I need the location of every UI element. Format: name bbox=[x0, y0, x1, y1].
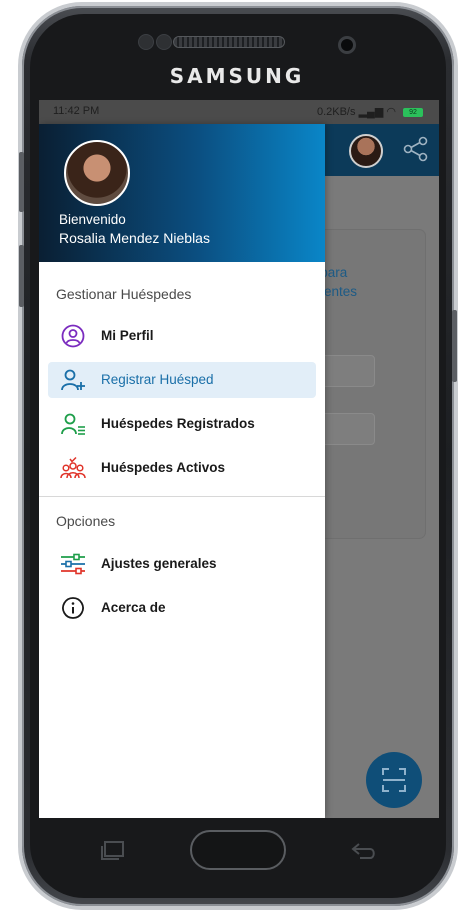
drawer-header: Bienvenido Rosalia Mendez Nieblas bbox=[39, 124, 325, 262]
menu-item-label: Registrar Huésped bbox=[101, 372, 214, 387]
user-list-icon bbox=[61, 413, 85, 435]
user-avatar[interactable] bbox=[64, 140, 130, 206]
profile-icon bbox=[61, 324, 85, 348]
share-icon[interactable] bbox=[403, 136, 429, 162]
navigation-drawer: Bienvenido Rosalia Mendez Nieblas Gestio… bbox=[39, 124, 325, 818]
recents-icon[interactable] bbox=[100, 840, 126, 860]
front-camera bbox=[338, 36, 356, 54]
scan-icon bbox=[382, 768, 406, 792]
menu-item-label: Huéspedes Registrados bbox=[101, 416, 255, 431]
menu-item-registrar-huesped[interactable]: Registrar Huésped bbox=[48, 362, 316, 398]
menu-item-label: Acerca de bbox=[101, 600, 166, 615]
back-icon[interactable] bbox=[350, 840, 378, 862]
menu-item-label: Ajustes generales bbox=[101, 556, 217, 571]
drawer-divider bbox=[39, 496, 325, 497]
section-title-manage: Gestionar Huéspedes bbox=[56, 286, 192, 302]
sensor-right bbox=[156, 34, 172, 50]
menu-item-label: Mi Perfil bbox=[101, 328, 154, 343]
power-button bbox=[452, 310, 457, 382]
menu-item-huespedes-registrados[interactable]: Huéspedes Registrados bbox=[48, 406, 316, 442]
home-button[interactable] bbox=[190, 830, 286, 870]
menu-item-acerca-de[interactable]: Acerca de bbox=[48, 590, 316, 626]
volume-button bbox=[19, 152, 24, 212]
sliders-icon bbox=[61, 553, 85, 575]
signal-icon: ▂▄▆ ◠ bbox=[358, 106, 396, 118]
screen: 11:42 PM 0.2KB/s ▂▄▆ ◠ 92 a para anentes bbox=[39, 100, 439, 818]
menu-item-ajustes-generales[interactable]: Ajustes generales bbox=[48, 546, 316, 582]
welcome-text: Bienvenido bbox=[59, 212, 126, 227]
status-bar: 11:42 PM 0.2KB/s ▂▄▆ ◠ 92 bbox=[39, 100, 439, 124]
brand-logo: SAMSUNG bbox=[169, 64, 305, 88]
network-speed: 0.2KB/s bbox=[316, 106, 356, 118]
sensor-left bbox=[138, 34, 154, 50]
group-icon bbox=[60, 456, 86, 479]
status-time: 11:42 PM bbox=[53, 105, 100, 117]
bixby-button bbox=[19, 245, 24, 307]
menu-item-huespedes-activos[interactable]: Huéspedes Activos bbox=[48, 450, 316, 486]
battery-icon: 92 bbox=[403, 107, 423, 117]
section-title-options: Opciones bbox=[56, 513, 116, 529]
app-avatar[interactable] bbox=[349, 134, 383, 168]
menu-item-label: Huéspedes Activos bbox=[101, 460, 226, 475]
add-user-icon bbox=[61, 369, 85, 391]
scan-fab-button[interactable] bbox=[366, 752, 422, 808]
user-name: Rosalia Mendez Nieblas bbox=[59, 230, 210, 246]
status-right: 0.2KB/s ▂▄▆ ◠ 92 bbox=[317, 105, 423, 118]
info-icon bbox=[62, 597, 84, 619]
menu-item-mi-perfil[interactable]: Mi Perfil bbox=[48, 318, 316, 354]
earpiece-speaker bbox=[173, 36, 285, 48]
